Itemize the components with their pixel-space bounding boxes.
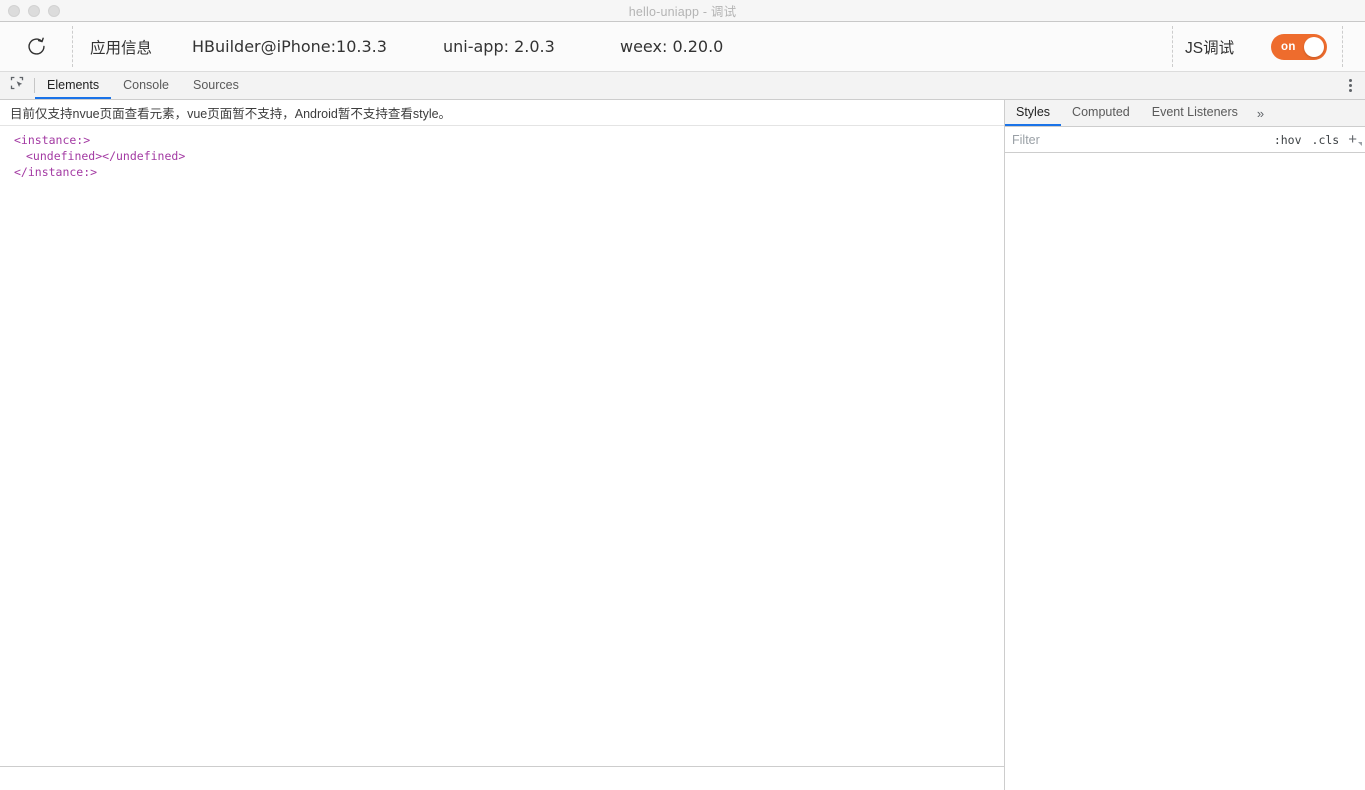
devtools-main: 目前仅支持nvue页面查看元素，vue页面暂不支持，Android暂不支持查看s…	[0, 100, 1365, 790]
styles-tab-bar: Styles Computed Event Listeners »	[1005, 100, 1365, 127]
kebab-menu-icon[interactable]	[1335, 79, 1365, 92]
traffic-lights	[0, 4, 60, 17]
styles-filter-input[interactable]	[1011, 129, 1265, 150]
cls-toggle[interactable]: .cls	[1307, 133, 1345, 147]
js-debug-toggle[interactable]: on	[1271, 33, 1327, 60]
zoom-button[interactable]	[48, 4, 60, 17]
dom-tree-node[interactable]: <instance:>	[0, 132, 1004, 148]
tab-console[interactable]: Console	[111, 72, 181, 99]
styles-filter-row: :hov .cls +	[1005, 127, 1365, 153]
js-debug-toggle-state: on	[1281, 40, 1296, 53]
app-info-toolbar: 应用信息 HBuilder@iPhone:10.3.3 uni-app: 2.0…	[0, 22, 1365, 72]
weex-version: weex: 0.20.0	[620, 37, 724, 56]
tab-sources[interactable]: Sources	[181, 72, 251, 99]
uniapp-version: uni-app: 2.0.3	[443, 37, 555, 56]
styles-rules-list	[1005, 153, 1365, 790]
toolbar-divider-2	[1172, 26, 1173, 67]
app-info-label: 应用信息	[90, 39, 153, 57]
drawer-panel	[0, 766, 1004, 790]
tab-event-listeners-label: Event Listeners	[1151, 105, 1238, 119]
elements-notice: 目前仅支持nvue页面查看元素，vue页面暂不支持，Android暂不支持查看s…	[0, 100, 1004, 126]
dom-tree[interactable]: <instance:> <undefined></undefined> </in…	[0, 126, 1004, 766]
js-debug-label: JS调试	[1185, 39, 1235, 57]
tab-elements[interactable]: Elements	[35, 72, 112, 99]
dom-tree-node[interactable]: <undefined></undefined>	[0, 148, 1004, 164]
tab-sources-label: Sources	[192, 77, 239, 92]
window-title: hello-uniapp - 调试	[628, 5, 737, 19]
minimize-button[interactable]	[28, 4, 40, 17]
toggle-knob	[1304, 36, 1324, 57]
plus-icon[interactable]: +	[1344, 132, 1365, 147]
devtools-tab-bar-right	[1334, 72, 1365, 99]
tab-computed[interactable]: Computed	[1061, 100, 1141, 126]
hov-toggle[interactable]: :hov	[1269, 133, 1307, 147]
tab-event-listeners[interactable]: Event Listeners	[1141, 100, 1249, 126]
devtools-tab-bar: Elements Console Sources	[0, 72, 1365, 100]
toolbar-divider-1	[72, 26, 73, 67]
chevron-double-right-icon[interactable]: »	[1249, 100, 1272, 126]
tab-styles[interactable]: Styles	[1005, 100, 1062, 126]
window-title-bar: hello-uniapp - 调试	[0, 0, 1365, 22]
tab-computed-label: Computed	[1072, 105, 1130, 119]
tab-styles-label: Styles	[1016, 105, 1051, 119]
close-button[interactable]	[8, 4, 20, 17]
refresh-button[interactable]	[0, 22, 72, 71]
device-info: HBuilder@iPhone:10.3.3	[192, 37, 387, 56]
inspect-element-icon	[9, 75, 25, 96]
dom-tree-node[interactable]: </instance:>	[0, 164, 1004, 180]
tab-console-label: Console	[123, 77, 169, 92]
styles-sidebar: Styles Computed Event Listeners » :hov .…	[1005, 100, 1365, 790]
refresh-icon	[26, 36, 47, 57]
inspect-element-button[interactable]	[0, 72, 34, 99]
elements-panel: 目前仅支持nvue页面查看元素，vue页面暂不支持，Android暂不支持查看s…	[0, 100, 1005, 790]
tab-elements-label: Elements	[47, 77, 100, 92]
toolbar-divider-3	[1342, 26, 1343, 67]
